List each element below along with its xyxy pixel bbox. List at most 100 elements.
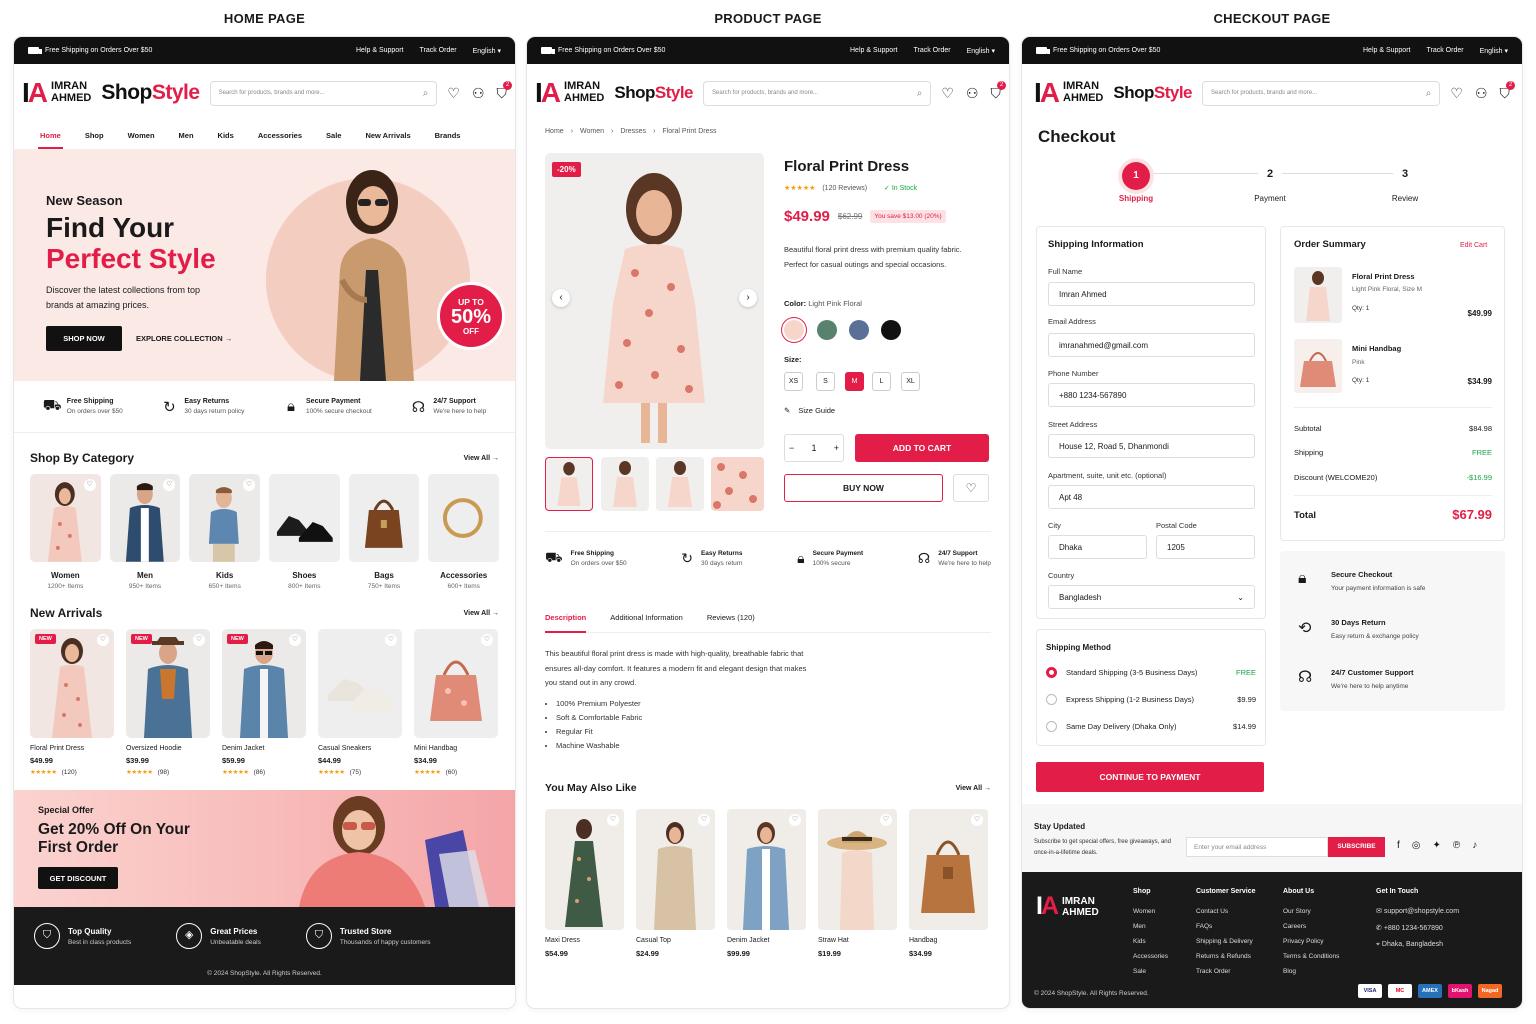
category-kids[interactable]: ♡ Kids 650+ Items bbox=[189, 474, 261, 590]
help-link[interactable]: Help & Support bbox=[356, 47, 403, 55]
tab-reviews[interactable]: Reviews (120) bbox=[707, 613, 755, 632]
color-swatch-blue[interactable] bbox=[849, 320, 869, 340]
heart-icon[interactable]: ♡ bbox=[193, 634, 205, 646]
product-card[interactable]: ♡ Handbag $34.99 bbox=[909, 809, 988, 958]
help-link[interactable]: Help & Support bbox=[1363, 47, 1410, 55]
color-swatch-green[interactable] bbox=[817, 320, 837, 340]
nav-kids[interactable]: Kids bbox=[218, 131, 234, 140]
product-card[interactable]: NEW ♡ Denim Jacket $59.99 ★★★★★ (86) bbox=[222, 629, 306, 776]
next-image-button[interactable]: › bbox=[739, 289, 757, 307]
category-accessories[interactable]: Accessories 600+ Items bbox=[428, 474, 500, 590]
category-men[interactable]: ♡ Men 950+ Items bbox=[109, 474, 181, 590]
radio-same-day[interactable] bbox=[1046, 721, 1057, 732]
nav-men[interactable]: Men bbox=[179, 131, 194, 140]
product-card[interactable]: ♡ Casual Top $24.99 bbox=[636, 809, 715, 958]
heart-icon[interactable]: ♡ bbox=[481, 634, 493, 646]
size-m[interactable]: M bbox=[845, 372, 864, 391]
brand-name[interactable]: ShopStyle bbox=[101, 81, 200, 105]
help-link[interactable]: Help & Support bbox=[850, 47, 897, 55]
get-discount-button[interactable]: GET DISCOUNT bbox=[38, 867, 118, 889]
logo[interactable]: IA IMRAN AHMED bbox=[1034, 79, 1103, 107]
instagram-icon[interactable]: ◎ bbox=[1412, 840, 1421, 851]
tab-additional-info[interactable]: Additional Information bbox=[610, 613, 683, 632]
nav-shop[interactable]: Shop bbox=[85, 131, 104, 140]
heart-icon[interactable]: ♡ bbox=[447, 86, 460, 100]
heart-icon[interactable]: ♡ bbox=[1450, 86, 1463, 100]
country-select[interactable]: Bangladesh ⌄ bbox=[1048, 585, 1255, 609]
email-field[interactable]: imranahmed@gmail.com bbox=[1048, 333, 1255, 357]
plus-icon[interactable]: + bbox=[834, 443, 839, 453]
shop-now-button[interactable]: SHOP NOW bbox=[46, 326, 122, 351]
category-women[interactable]: ♡ Women 1200+ Items bbox=[30, 474, 101, 590]
prev-image-button[interactable]: ‹ bbox=[552, 289, 570, 307]
product-card[interactable]: NEW ♡ Oversized Hoodie $39.99 ★★★★★ (98) bbox=[126, 629, 210, 776]
product-card[interactable]: ♡ Denim Jacket $99.99 bbox=[727, 809, 806, 958]
product-card[interactable]: NEW ♡ Floral Print Dress $49.99 ★★★★★ (120) bbox=[30, 629, 114, 776]
color-swatch-black[interactable] bbox=[881, 320, 901, 340]
twitter-icon[interactable]: ✦ bbox=[1433, 840, 1441, 851]
new-arrivals-view-all[interactable]: View All → bbox=[464, 610, 499, 617]
city-field[interactable]: Dhaka bbox=[1048, 535, 1147, 559]
size-l[interactable]: L bbox=[872, 372, 891, 391]
radio-standard-shipping[interactable] bbox=[1046, 667, 1057, 678]
size-s[interactable]: S bbox=[816, 372, 835, 391]
brand-name[interactable]: ShopStyle bbox=[1113, 83, 1192, 103]
search-icon[interactable]: ⌕ bbox=[423, 88, 429, 99]
nav-accessories[interactable]: Accessories bbox=[258, 131, 302, 140]
search-icon[interactable]: ⌕ bbox=[1426, 88, 1432, 99]
track-order-link[interactable]: Track Order bbox=[419, 47, 456, 55]
buy-now-button[interactable]: BUY NOW bbox=[784, 474, 943, 502]
heart-icon[interactable]: ♡ bbox=[83, 479, 96, 491]
product-card[interactable]: ♡ Mini Handbag $34.99 ★★★★★ (60) bbox=[414, 629, 498, 776]
tiktok-icon[interactable]: ♪ bbox=[1472, 840, 1477, 851]
thumbnail-4[interactable] bbox=[711, 457, 764, 511]
nav-home[interactable]: Home bbox=[38, 131, 63, 149]
track-order-link[interactable]: Track Order bbox=[1426, 47, 1463, 55]
size-xl[interactable]: XL bbox=[901, 372, 920, 391]
thumbnail-2[interactable] bbox=[601, 457, 649, 511]
user-icon[interactable]: ⚇ bbox=[1475, 86, 1488, 100]
size-xs[interactable]: XS bbox=[784, 372, 803, 391]
full-name-field[interactable]: Imran Ahmed bbox=[1048, 282, 1255, 306]
nav-brands[interactable]: Brands bbox=[435, 131, 461, 140]
brand-name[interactable]: ShopStyle bbox=[614, 83, 693, 103]
explore-collection-link[interactable]: EXPLORE COLLECTION → bbox=[136, 334, 232, 343]
radio-express-shipping[interactable] bbox=[1046, 694, 1057, 705]
step-2[interactable]: 2 bbox=[1258, 162, 1282, 186]
color-swatch-pink-floral[interactable] bbox=[784, 320, 804, 340]
heart-icon[interactable]: ♡ bbox=[289, 634, 301, 646]
logo[interactable]: IA IMRAN AHMED bbox=[535, 79, 604, 107]
track-order-link[interactable]: Track Order bbox=[913, 47, 950, 55]
category-shoes[interactable]: Shoes 800+ Items bbox=[269, 474, 340, 590]
category-bags[interactable]: Bags 750+ Items bbox=[348, 474, 420, 590]
search-input[interactable]: Search for products, brands and more... ⌕ bbox=[1202, 80, 1441, 106]
postal-code-field[interactable]: 1205 bbox=[1156, 535, 1255, 559]
search-input[interactable]: Search for products, brands and more... ⌕ bbox=[703, 80, 932, 106]
heart-icon[interactable]: ♡ bbox=[243, 479, 256, 491]
cart-icon[interactable]: ⛉ 2 bbox=[991, 81, 1006, 100]
language-select[interactable]: English ▾ bbox=[1480, 47, 1508, 55]
cart-icon[interactable]: ⛉ 2 bbox=[497, 81, 512, 100]
user-icon[interactable]: ⚇ bbox=[472, 86, 485, 100]
subscribe-button[interactable]: SUBSCRIBE bbox=[1328, 837, 1385, 857]
product-card[interactable]: ♡ Straw Hat $19.99 bbox=[818, 809, 897, 958]
wishlist-button[interactable]: ♡ bbox=[953, 474, 989, 502]
footer-logo[interactable]: IA IMRAN AHMED bbox=[1036, 892, 1099, 921]
street-field[interactable]: House 12, Road 5, Dhanmondi bbox=[1048, 434, 1255, 458]
search-input[interactable]: Search for products, brands and more... ⌕ bbox=[209, 80, 438, 106]
user-icon[interactable]: ⚇ bbox=[966, 86, 979, 100]
language-select[interactable]: English ▾ bbox=[967, 47, 995, 55]
step-1[interactable]: 1 bbox=[1122, 162, 1150, 190]
product-card[interactable]: ♡ Maxi Dress $54.99 bbox=[545, 809, 624, 958]
heart-icon[interactable]: ♡ bbox=[97, 634, 109, 646]
phone-field[interactable]: +880 1234-567890 bbox=[1048, 383, 1255, 407]
add-to-cart-button[interactable]: ADD TO CART bbox=[855, 434, 989, 462]
edit-cart-link[interactable]: Edit Cart bbox=[1460, 242, 1487, 249]
facebook-icon[interactable]: f bbox=[1397, 840, 1400, 851]
heart-icon[interactable]: ♡ bbox=[385, 634, 397, 646]
heart-icon[interactable]: ♡ bbox=[941, 86, 954, 100]
product-card[interactable]: ♡ Casual Sneakers $44.99 ★★★★★ (75) bbox=[318, 629, 402, 776]
minus-icon[interactable]: − bbox=[789, 443, 794, 453]
language-select[interactable]: English ▾ bbox=[473, 47, 501, 55]
pinterest-icon[interactable]: ℗ bbox=[1453, 840, 1460, 851]
